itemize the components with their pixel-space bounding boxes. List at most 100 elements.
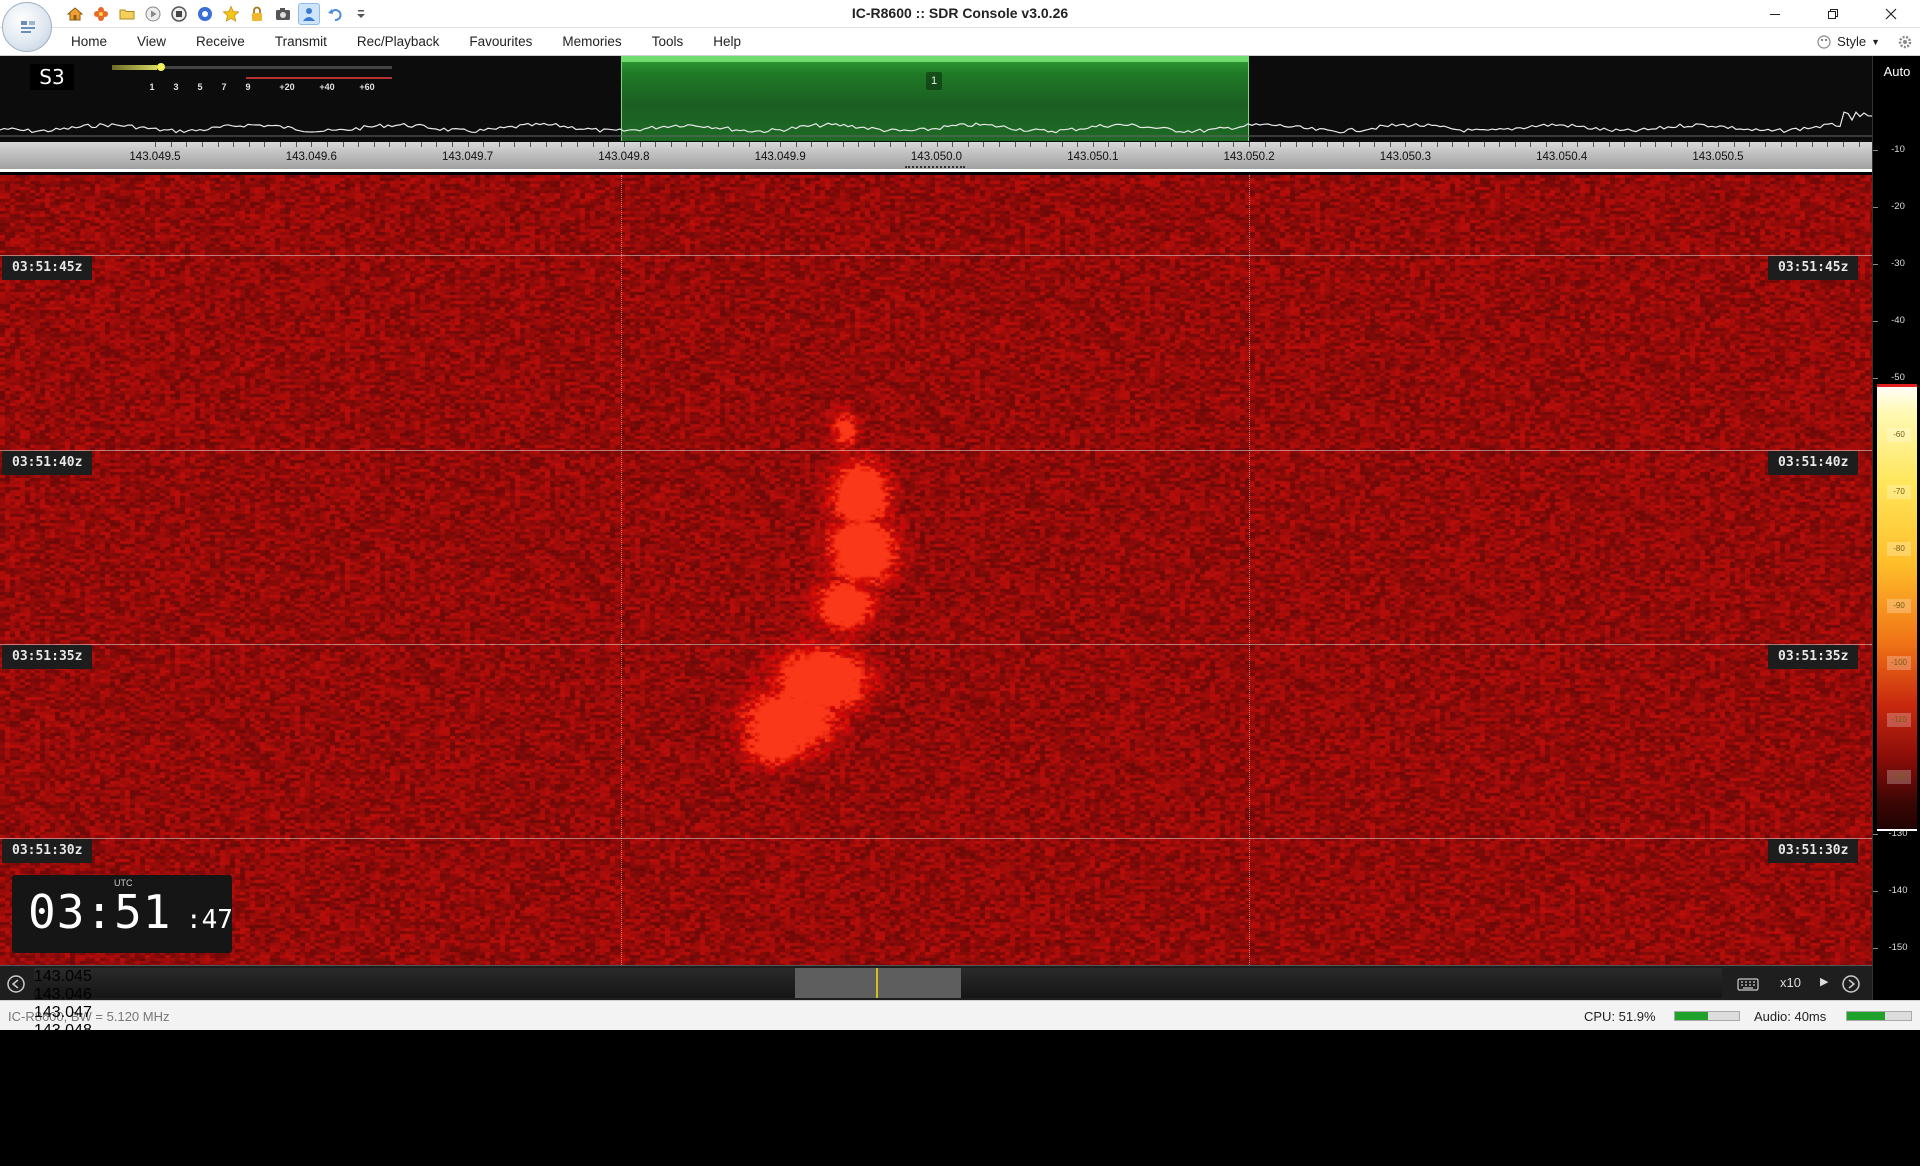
palette-icon	[1817, 35, 1831, 49]
frequency-tick	[389, 142, 391, 147]
waterfall-display[interactable]: 03:51:45z 03:51:40z 03:51:35z 03:51:30z …	[0, 175, 1872, 965]
frequency-tick-label: 143.050.5	[1692, 151, 1744, 163]
frequency-tick	[1421, 142, 1423, 147]
frequency-tick	[248, 142, 250, 147]
frequency-tick-label: 143.049.9	[754, 151, 806, 163]
db-tick-label: -120	[1887, 770, 1911, 784]
menu-transmit[interactable]: Transmit	[260, 28, 342, 56]
frequency-tick	[795, 142, 797, 147]
time-gridline	[0, 255, 1872, 256]
frequency-tick	[1108, 142, 1110, 147]
minimize-button[interactable]	[1746, 0, 1804, 28]
db-tick-label: -20	[1873, 201, 1917, 212]
frequency-tick	[217, 142, 219, 147]
frequency-tick	[1530, 142, 1532, 147]
frequency-tick	[873, 142, 875, 147]
smeter-scale-label: 5	[197, 82, 203, 92]
frequency-tick	[545, 142, 547, 147]
restore-button[interactable]	[1804, 0, 1862, 28]
frequency-tick	[1561, 142, 1563, 147]
center-dotted-marker	[905, 166, 965, 168]
frequency-tick	[1858, 142, 1860, 147]
style-menu[interactable]: Style ▼	[1816, 28, 1880, 56]
color-bar-top-handle[interactable]	[1877, 384, 1917, 387]
overview-frequency-label: 143.054	[34, 1130, 92, 1147]
vfo-marker[interactable]: 1	[926, 72, 942, 90]
menu-home[interactable]: Home	[56, 28, 122, 56]
stop-icon[interactable]	[168, 3, 190, 25]
camera-icon[interactable]	[272, 3, 294, 25]
undo-icon[interactable]	[324, 3, 346, 25]
menu-favourites[interactable]: Favourites	[454, 28, 547, 56]
frequency-tick	[280, 142, 282, 147]
frequency-tick	[295, 142, 297, 147]
frequency-tick	[905, 142, 907, 147]
frequency-tick	[1405, 142, 1407, 147]
scroll-right-button[interactable]	[1841, 974, 1861, 994]
auto-level-button[interactable]: Auto	[1877, 62, 1917, 82]
zoom-factor[interactable]: x10	[1780, 975, 1801, 990]
menu-view[interactable]: View	[122, 28, 181, 56]
frequency-tick	[827, 142, 829, 147]
db-tick-label: -130	[1873, 828, 1917, 839]
level-scale-panel[interactable]: Auto -10 -20 -30 -40 -50 -60 -70 -80 -90 -100 -110…	[1872, 56, 1920, 1000]
frequency-tick	[561, 142, 563, 147]
play-icon[interactable]	[142, 3, 164, 25]
spectrum-display[interactable]: 1 S3 1 3 5 7 9 +20 +40 +60	[0, 56, 1872, 142]
frequency-tick	[1295, 142, 1297, 147]
frequency-tick	[373, 142, 375, 147]
menu-receive[interactable]: Receive	[181, 28, 260, 56]
db-tick-label: -10	[1873, 144, 1917, 155]
home-icon[interactable]	[64, 3, 86, 25]
time-label-left: 03:51:45z	[2, 256, 93, 280]
frequency-tick	[592, 142, 594, 147]
frequency-tick	[1045, 142, 1047, 147]
menu-rec-playback[interactable]: Rec/Playback	[342, 28, 455, 56]
folder-icon[interactable]	[116, 3, 138, 25]
overview-frequency-label: 143.050	[34, 1058, 92, 1075]
frequency-tick	[1811, 142, 1813, 147]
keyboard-icon[interactable]	[1736, 974, 1760, 994]
zoom-arrow-icon[interactable]: ▶	[1820, 975, 1828, 988]
lock-icon[interactable]	[246, 3, 268, 25]
frequency-tick	[748, 142, 750, 147]
frequency-tick	[1827, 142, 1829, 147]
waterfall-canvas	[0, 175, 1872, 965]
frequency-tick	[1436, 142, 1438, 147]
frequency-tick	[451, 142, 453, 147]
flower-icon[interactable]	[90, 3, 112, 25]
frequency-tick	[1077, 142, 1079, 147]
frequency-tick-label: 143.049.8	[598, 151, 650, 163]
frequency-tick	[1780, 142, 1782, 147]
frequency-tick	[1030, 142, 1032, 147]
frequency-tick	[999, 142, 1001, 147]
frequency-tick	[1358, 142, 1360, 147]
menu-help[interactable]: Help	[698, 28, 756, 56]
frequency-tick	[530, 142, 532, 147]
star-icon[interactable]	[220, 3, 242, 25]
frequency-tick	[1843, 142, 1845, 147]
settings-gear-icon[interactable]	[1896, 33, 1914, 51]
frequency-tick	[1624, 142, 1626, 147]
frequency-tick	[1061, 142, 1063, 147]
smeter-peak-dot	[157, 63, 165, 71]
scroll-left-button[interactable]	[6, 974, 26, 994]
time-gridline	[0, 838, 1872, 839]
frequency-tick	[1124, 142, 1126, 147]
globe-icon[interactable]	[194, 3, 216, 25]
frequency-tick	[1264, 142, 1266, 147]
app-menu-button[interactable]	[2, 2, 52, 52]
user-icon[interactable]	[298, 3, 320, 25]
frequency-tick	[1718, 142, 1719, 147]
overview-frequency-label: 143.048	[34, 1022, 92, 1039]
menu-memories[interactable]: Memories	[547, 28, 636, 56]
time-label-right: 03:51:35z	[1768, 645, 1859, 669]
menu-tools[interactable]: Tools	[637, 28, 699, 56]
clock-seconds: :47	[186, 905, 233, 935]
more-icon[interactable]	[350, 3, 372, 25]
time-label-left: 03:51:40z	[2, 451, 93, 475]
overview-frequency-label: 143.046	[34, 986, 92, 1003]
close-button[interactable]	[1862, 0, 1920, 28]
db-tick-label: -60	[1887, 428, 1911, 442]
frequency-tick-label: 143.050.0	[910, 151, 963, 163]
